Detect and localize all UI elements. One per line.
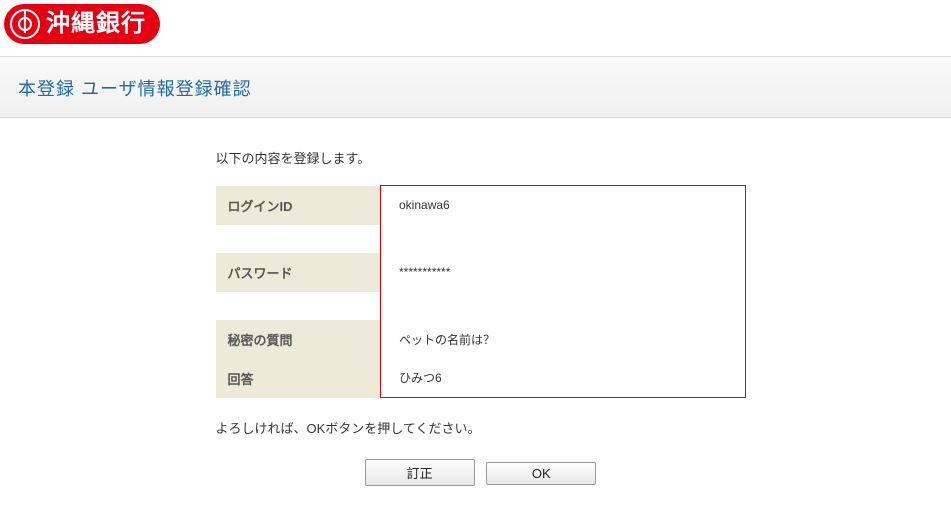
page-title: 本登録 ユーザ情報登録確認 [18,75,933,101]
value-password: *********** [381,253,746,292]
label-login-id: ログインID [216,186,381,225]
value-login-id: okinawa6 [381,186,746,225]
row-login-id: ログインID okinawa6 [216,186,746,225]
intro-text: 以下の内容を登録します。 [216,148,746,167]
correct-button[interactable]: 訂正 [365,459,475,486]
label-password: パスワード [216,253,381,292]
title-bar: 本登録 ユーザ情報登録確認 [0,56,951,118]
label-secret-question: 秘密の質問 [216,320,381,359]
row-answer: 回答 ひみつ6 [216,359,746,398]
logo-mark-icon [10,9,40,39]
header: 沖縄銀行 [0,0,951,48]
button-row: 訂正 OK [216,459,746,486]
value-secret-question: ペットの名前は？ [381,320,746,359]
confirm-note: よろしければ、OKボタンを押してください。 [216,418,746,437]
content-area: 以下の内容を登録します。 ログインID okinawa6 パスワード *****… [0,118,951,526]
value-answer: ひみつ6 [381,359,746,398]
confirmation-table: ログインID okinawa6 パスワード *********** 秘密の質問 … [216,185,746,398]
bank-name: 沖縄銀行 [46,12,146,36]
label-answer: 回答 [216,359,381,398]
bank-logo: 沖縄銀行 [4,4,160,44]
row-secret-question: 秘密の質問 ペットの名前は？ [216,320,746,359]
row-password: パスワード *********** [216,253,746,292]
ok-button[interactable]: OK [486,462,596,485]
